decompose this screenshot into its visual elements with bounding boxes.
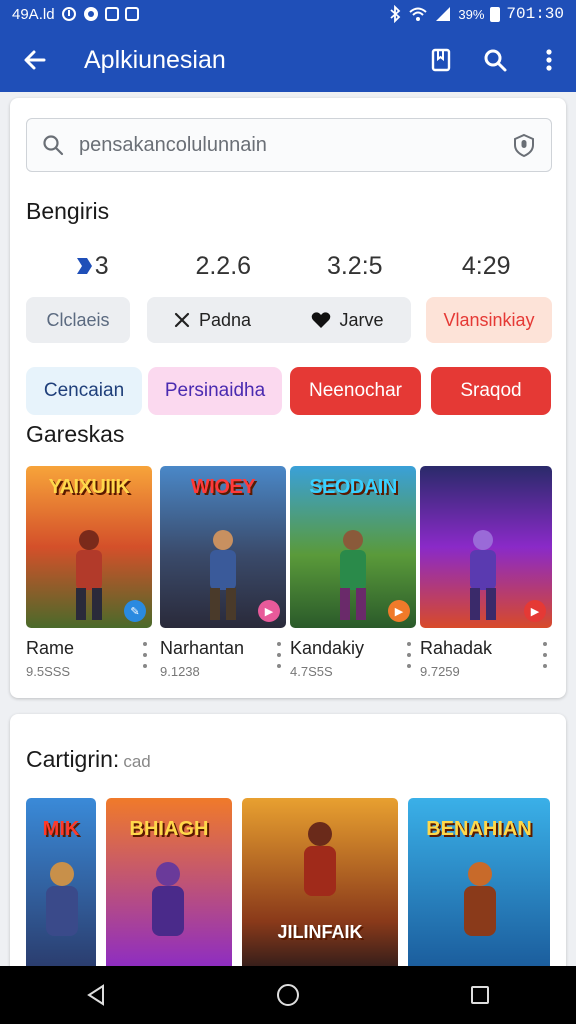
- status-time: 701:30: [506, 5, 564, 23]
- stats-row: 3 2.2.6 3.2:5 4:29: [26, 246, 552, 286]
- section2-title: Cartigrin: cad: [26, 746, 151, 772]
- book-icon: [431, 48, 451, 72]
- nav-back-button[interactable]: [66, 970, 126, 1020]
- category-tile-neenochar[interactable]: Neenochar: [290, 367, 421, 415]
- hero-figure-icon: [152, 862, 184, 936]
- game-cover[interactable]: WIOEY ▶: [160, 466, 286, 628]
- bluetooth-icon: [390, 5, 401, 23]
- banner-tile[interactable]: BENAHIAN: [408, 798, 550, 974]
- game-title: Kandakiy: [290, 638, 365, 658]
- filter-chips: Clclaeis Padna Jarve Vlansinkiay: [26, 297, 552, 343]
- page-title: Aplkiunesian: [84, 45, 226, 74]
- game-more-icon[interactable]: [274, 638, 284, 672]
- game-meta: 4.7S5S: [290, 664, 333, 679]
- app-notification-icon: [104, 7, 119, 21]
- game-title: Narhantan: [160, 638, 245, 658]
- app-bar: Aplkiunesian: [0, 28, 576, 92]
- square-recents-icon: [471, 986, 489, 1004]
- status-bar: 49A.ld 39% 701:30: [0, 0, 576, 28]
- game-title: Rahadak: [420, 638, 493, 658]
- stat-4: 4:29: [461, 251, 511, 280]
- banner-tile[interactable]: BHIAGH: [106, 798, 232, 974]
- game-meta: 9.5SSS: [26, 664, 71, 679]
- search-icon: [484, 49, 507, 72]
- wifi-icon: [409, 7, 428, 21]
- games-section-title: Gareskas: [26, 421, 125, 447]
- nav-home-button[interactable]: [258, 970, 318, 1020]
- chip-jarve[interactable]: Jarve: [284, 297, 411, 343]
- heart-icon: [312, 312, 331, 328]
- arrow-left-icon: [24, 50, 46, 70]
- nav-recents-button[interactable]: [450, 970, 510, 1020]
- game-card[interactable]: ▶ Rahadak 9.7259: [420, 466, 552, 679]
- messenger-icon: [83, 7, 98, 21]
- banner-tile[interactable]: JILINFAIK: [242, 798, 398, 974]
- system-nav-bar: [0, 966, 576, 1024]
- game-title: Rame: [26, 638, 75, 658]
- hero-figure-icon: [470, 530, 496, 620]
- chip-clclaeis[interactable]: Clclaeis: [26, 297, 130, 343]
- search-button[interactable]: [468, 28, 522, 92]
- hero-figure-icon: [76, 530, 102, 620]
- game-card[interactable]: SEODAIN ▶ Kandakiy 4.7S5S: [290, 466, 416, 679]
- chip-padna[interactable]: Padna: [147, 297, 277, 343]
- stat-1: 3: [26, 252, 158, 281]
- battery-icon: [490, 6, 501, 22]
- game-card[interactable]: WIOEY ▶ Narhantan 9.1238: [160, 466, 286, 679]
- secondary-card: Cartigrin: cad MIK BHIAGH JILINFAIK BENAH…: [10, 714, 566, 974]
- circle-home-icon: [277, 984, 299, 1006]
- stat-3: 3.2:5: [326, 251, 383, 280]
- image-notification-icon: [124, 7, 139, 21]
- main-card: pensakancolulunnain Bengiris 3 2.2.6 3.2…: [10, 98, 566, 698]
- game-more-icon[interactable]: [404, 638, 414, 672]
- more-options-button[interactable]: [522, 28, 576, 92]
- section-title: Bengiris: [26, 198, 110, 224]
- game-more-icon[interactable]: [540, 638, 550, 672]
- hero-figure-icon: [304, 822, 336, 896]
- search-icon: [43, 135, 64, 156]
- play-badge-icon: ✎: [124, 600, 146, 622]
- game-card[interactable]: YAIXUIIK ✎ Rame 9.5SSS: [26, 466, 152, 679]
- category-tile-sraqod[interactable]: Sraqod: [431, 367, 551, 415]
- search-placeholder: pensakancolulunnain: [79, 133, 267, 156]
- game-more-icon[interactable]: [140, 638, 150, 672]
- play-badge-icon: ▶: [388, 600, 410, 622]
- triangle-back-icon: [87, 984, 104, 1006]
- signal-icon: [436, 7, 451, 21]
- bookmark-button[interactable]: [414, 28, 468, 92]
- category-tile-cencaian[interactable]: Cencaian: [26, 367, 142, 415]
- status-left-text: 49A.ld: [12, 5, 55, 23]
- chip-vlansinkiay[interactable]: Vlansinkiay: [426, 297, 552, 343]
- tag-icon: [76, 258, 92, 274]
- banner-tile[interactable]: MIK: [26, 798, 96, 974]
- close-icon: [174, 312, 190, 328]
- notification-icon: [61, 7, 76, 21]
- hero-figure-icon: [464, 862, 496, 936]
- battery-percent: 39%: [458, 6, 485, 22]
- game-cover[interactable]: ▶: [420, 466, 552, 628]
- hero-figure-icon: [46, 862, 78, 936]
- stat-2: 2.2.6: [195, 251, 252, 280]
- hero-figure-icon: [210, 530, 236, 620]
- game-cover[interactable]: YAIXUIIK ✎: [26, 466, 152, 628]
- play-badge-icon: ▶: [524, 600, 546, 622]
- more-vert-icon: [546, 49, 552, 71]
- game-meta: 9.1238: [160, 664, 200, 679]
- category-tile-persinaidha[interactable]: Persinaidha: [148, 367, 282, 415]
- back-button[interactable]: [0, 28, 70, 92]
- mic-shield-icon[interactable]: [511, 132, 537, 158]
- search-field[interactable]: pensakancolulunnain: [26, 118, 552, 172]
- hero-figure-icon: [340, 530, 366, 620]
- game-meta: 9.7259: [420, 664, 460, 679]
- game-cover[interactable]: SEODAIN ▶: [290, 466, 416, 628]
- play-badge-icon: ▶: [258, 600, 280, 622]
